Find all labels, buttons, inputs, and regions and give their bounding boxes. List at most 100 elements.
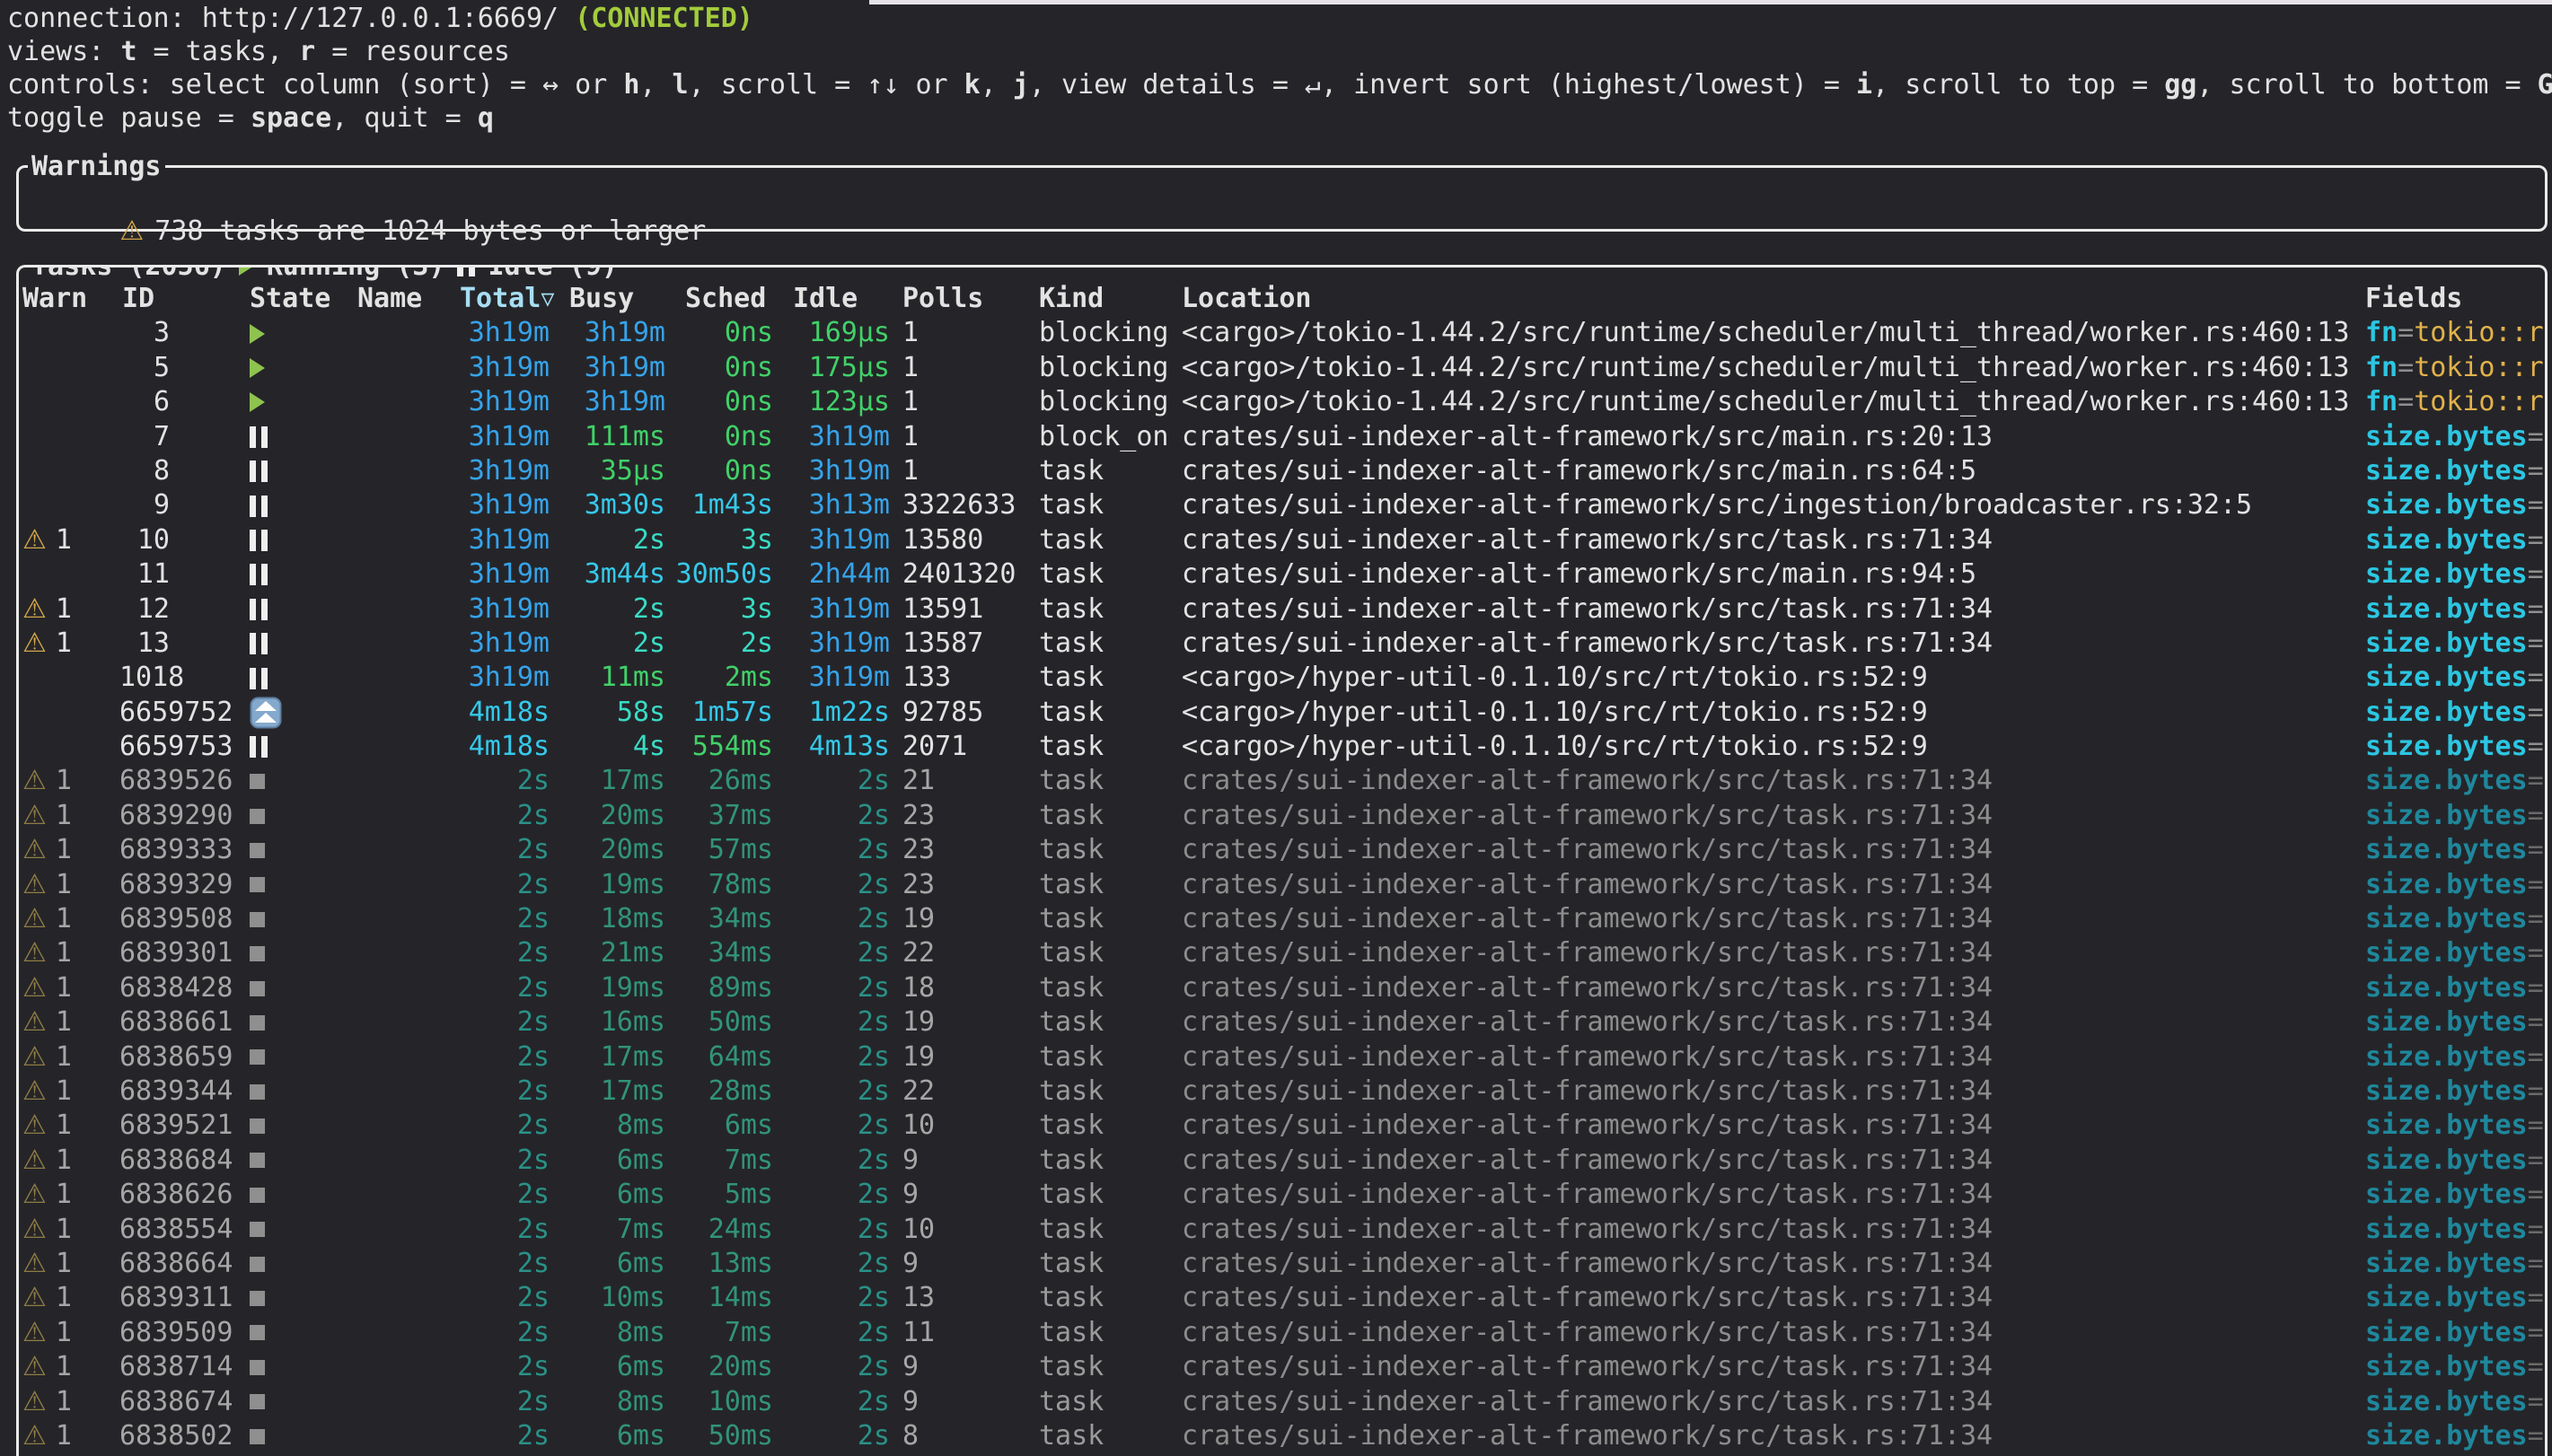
cell-loc: crates/sui-indexer-alt-framework/src/tas… bbox=[1177, 1040, 2365, 1074]
column-header-busy[interactable]: Busy bbox=[550, 282, 665, 316]
cell-idle: 2s bbox=[773, 936, 890, 970]
column-header-id[interactable]: ID bbox=[119, 282, 170, 316]
task-row[interactable]: ⚠168393442s17ms28ms2s22taskcrates/sui-in… bbox=[19, 1074, 2545, 1109]
help-line-2: views: t = tasks, r = resources bbox=[7, 35, 2552, 68]
cell-sched: 50ms bbox=[665, 1419, 773, 1453]
column-spacer bbox=[170, 1316, 250, 1350]
cell-id: 9 bbox=[119, 488, 170, 522]
column-header-location[interactable]: Location bbox=[1177, 282, 2365, 316]
cell-idle: 3h19m bbox=[773, 661, 890, 695]
task-row[interactable]: ⚠168384282s19ms89ms2s18taskcrates/sui-in… bbox=[19, 971, 2545, 1005]
task-row[interactable]: ⚠168386742s8ms10ms2s9taskcrates/sui-inde… bbox=[19, 1385, 2545, 1419]
cell-fields: size.bytes= bbox=[2365, 1213, 2545, 1247]
column-header-warn[interactable]: Warn bbox=[22, 282, 119, 316]
task-row[interactable]: 113h19m3m44s30m50s2h44m2401320taskcrates… bbox=[19, 557, 2545, 592]
task-row[interactable]: ⚠168395262s17ms26ms2s21taskcrates/sui-in… bbox=[19, 764, 2545, 798]
help-line-4: toggle pause = space, quit = q bbox=[7, 101, 2552, 135]
task-row[interactable]: ⚠168393292s19ms78ms2s23taskcrates/sui-in… bbox=[19, 868, 2545, 902]
task-row[interactable]: ⚠1 103h19m2s3s3h19m13580taskcrates/sui-i… bbox=[19, 523, 2545, 557]
cell-total: 2s bbox=[460, 799, 550, 833]
column-header-name[interactable]: Name bbox=[357, 282, 460, 316]
warning-item: ⚠738 tasks are 1024 bytes or larger bbox=[19, 180, 2545, 215]
cell-polls: 22 bbox=[890, 936, 1034, 970]
cell-kind: task bbox=[1034, 1419, 1177, 1453]
cell-loc: crates/sui-indexer-alt-framework/src/tas… bbox=[1177, 868, 2365, 902]
task-row[interactable]: ⚠168386592s17ms64ms2s19taskcrates/sui-in… bbox=[19, 1040, 2545, 1074]
task-row[interactable]: 63h19m3h19m0ns123µs1blocking<cargo>/toki… bbox=[19, 385, 2545, 419]
column-spacer bbox=[170, 385, 250, 419]
task-row[interactable]: ⚠168386842s6ms7ms2s9taskcrates/sui-index… bbox=[19, 1144, 2545, 1178]
cell-total: 3h19m bbox=[460, 351, 550, 385]
cell-polls: 1 bbox=[890, 454, 1034, 488]
cell-idle: 2s bbox=[773, 1281, 890, 1315]
task-row[interactable]: 33h19m3h19m0ns169µs1blocking<cargo>/toki… bbox=[19, 316, 2545, 350]
column-header-fields[interactable]: Fields bbox=[2365, 282, 2545, 316]
cell-state bbox=[250, 1144, 357, 1178]
task-row[interactable]: ⚠168386642s6ms13ms2s9taskcrates/sui-inde… bbox=[19, 1247, 2545, 1281]
task-row[interactable]: 66597534m18s4s554ms4m13s2071task<cargo>/… bbox=[19, 730, 2545, 764]
cell-kind: task bbox=[1034, 1213, 1177, 1247]
column-header-idle[interactable]: Idle bbox=[773, 282, 890, 316]
task-row[interactable]: ⚠168393012s21ms34ms2s22taskcrates/sui-in… bbox=[19, 936, 2545, 970]
cell-sched: 1m43s bbox=[665, 488, 773, 522]
completed-icon bbox=[250, 946, 265, 961]
task-row[interactable]: 93h19m3m30s1m43s3h13m3322633taskcrates/s… bbox=[19, 488, 2545, 522]
column-header-polls[interactable]: Polls bbox=[890, 282, 1034, 316]
task-row[interactable]: 83h19m35µs0ns3h19m1taskcrates/sui-indexe… bbox=[19, 454, 2545, 488]
task-row[interactable]: ⚠168386262s6ms5ms2s9taskcrates/sui-index… bbox=[19, 1178, 2545, 1212]
cell-warn: ⚠1 bbox=[22, 1316, 119, 1350]
task-row[interactable]: 10183h19m11ms2ms3h19m133task<cargo>/hype… bbox=[19, 661, 2545, 695]
cell-busy: 3h19m bbox=[550, 351, 665, 385]
cell-busy: 18ms bbox=[550, 902, 665, 936]
column-spacer bbox=[170, 661, 250, 695]
cell-id: 6838502 bbox=[119, 1419, 170, 1453]
cell-warn: ⚠1 bbox=[22, 799, 119, 833]
cell-fields: size.bytes= bbox=[2365, 1109, 2545, 1143]
task-row[interactable]: ⚠168395082s18ms34ms2s19taskcrates/sui-in… bbox=[19, 902, 2545, 936]
task-row[interactable]: ⚠168395092s8ms7ms2s11taskcrates/sui-inde… bbox=[19, 1316, 2545, 1350]
task-row[interactable]: 53h19m3h19m0ns175µs1blocking<cargo>/toki… bbox=[19, 351, 2545, 385]
cell-loc: crates/sui-indexer-alt-framework/src/ing… bbox=[1177, 488, 2365, 522]
cell-kind: task bbox=[1034, 1350, 1177, 1384]
cell-sched: 3s bbox=[665, 523, 773, 557]
window-scrollbar-strip bbox=[869, 0, 2552, 4]
column-header-sched[interactable]: Sched bbox=[665, 282, 773, 316]
cell-sched: 13ms bbox=[665, 1247, 773, 1281]
task-row[interactable]: ⚠168385022s6ms50ms2s8taskcrates/sui-inde… bbox=[19, 1419, 2545, 1453]
column-header-total[interactable]: Total▿ bbox=[460, 282, 550, 316]
cell-idle: 2s bbox=[773, 1350, 890, 1384]
cell-sched: 34ms bbox=[665, 902, 773, 936]
task-row[interactable]: ⚠168387142s6ms20ms2s9taskcrates/sui-inde… bbox=[19, 1350, 2545, 1384]
column-spacer bbox=[170, 730, 250, 764]
cell-busy: 6ms bbox=[550, 1178, 665, 1212]
column-spacer bbox=[170, 868, 250, 902]
task-row[interactable]: 66597524m18s58s1m57s1m22s92785task<cargo… bbox=[19, 696, 2545, 730]
task-row[interactable]: ⚠168393112s10ms14ms2s13taskcrates/sui-in… bbox=[19, 1281, 2545, 1315]
cell-fields: size.bytes= bbox=[2365, 1385, 2545, 1419]
running-count-label: Running (3) bbox=[267, 265, 445, 282]
column-spacer bbox=[170, 627, 250, 661]
column-header-kind[interactable]: Kind bbox=[1034, 282, 1177, 316]
task-row[interactable]: ⚠1 123h19m2s3s3h19m13591taskcrates/sui-i… bbox=[19, 592, 2545, 627]
cell-idle: 2s bbox=[773, 1419, 890, 1453]
task-row[interactable]: ⚠168386612s16ms50ms2s19taskcrates/sui-in… bbox=[19, 1005, 2545, 1039]
help-header: connection: http://127.0.0.1:6669/ (CONN… bbox=[0, 0, 2552, 135]
column-header-state[interactable]: State bbox=[250, 282, 357, 316]
task-row[interactable]: ⚠1 133h19m2s2s3h19m13587taskcrates/sui-i… bbox=[19, 627, 2545, 661]
task-row[interactable]: 73h19m111ms0ns3h19m1block_oncrates/sui-i… bbox=[19, 420, 2545, 454]
tasks-table: WarnID StateNameTotal▿BusySchedIdlePollsK… bbox=[19, 282, 2545, 1453]
cell-busy: 20ms bbox=[550, 833, 665, 867]
cell-kind: task bbox=[1034, 696, 1177, 730]
cell-state bbox=[250, 523, 357, 557]
task-row[interactable]: ⚠168393332s20ms57ms2s23taskcrates/sui-in… bbox=[19, 833, 2545, 867]
cell-polls: 133 bbox=[890, 661, 1034, 695]
tasks-panel: Tasks (2056) Running (3) Idle (9) WarnID… bbox=[16, 265, 2548, 1456]
cell-polls: 2071 bbox=[890, 730, 1034, 764]
task-row[interactable]: ⚠168392902s20ms37ms2s23taskcrates/sui-in… bbox=[19, 799, 2545, 833]
cell-kind: task bbox=[1034, 1247, 1177, 1281]
cell-id: 11 bbox=[119, 557, 170, 592]
idle-icon bbox=[250, 633, 268, 654]
task-row[interactable]: ⚠168395212s8ms6ms2s10taskcrates/sui-inde… bbox=[19, 1109, 2545, 1143]
task-row[interactable]: ⚠168385542s7ms24ms2s10taskcrates/sui-ind… bbox=[19, 1213, 2545, 1247]
cell-total: 2s bbox=[460, 971, 550, 1005]
